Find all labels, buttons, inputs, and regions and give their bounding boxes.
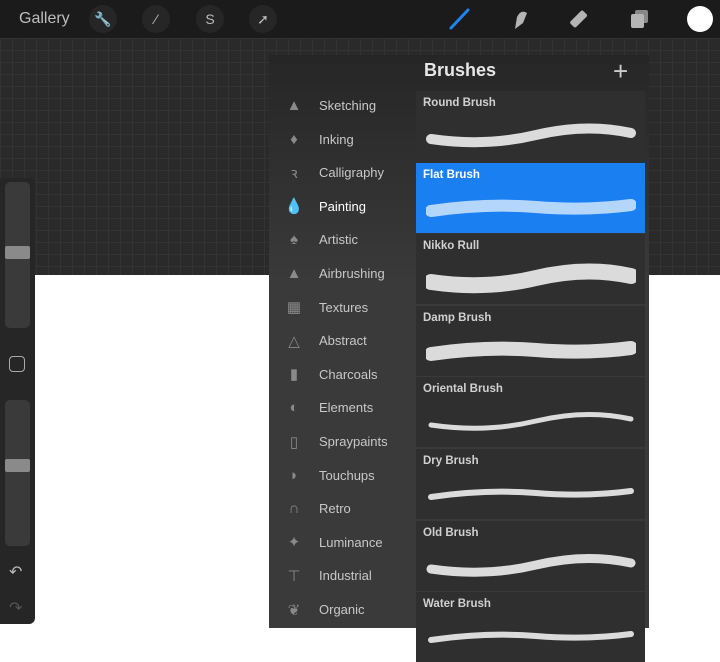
category-label: Elements (319, 400, 374, 416)
category-icon: ✦ (287, 534, 301, 552)
redo-icon[interactable]: ↷ (9, 598, 22, 618)
category-label: Artistic (319, 232, 358, 248)
category-label: Sketching (319, 98, 377, 113)
brush-stroke-preview (428, 631, 634, 644)
color-icon[interactable] (687, 6, 713, 32)
brush-name: Water Brush (423, 598, 491, 611)
category-icon: ▲ (286, 265, 302, 282)
category-icon: ◐ (289, 399, 299, 417)
brush-stroke-preview (426, 123, 636, 148)
category-icon: ▮ (289, 366, 299, 384)
category-label: Inking (319, 131, 354, 147)
category-artistic[interactable]: ♠ Artistic (269, 223, 415, 256)
brush-damp-brush[interactable]: Damp Brush (416, 305, 645, 376)
brush-stroke-preview (426, 340, 636, 361)
category-luminance[interactable]: ✦ Luminance (269, 526, 415, 559)
category-inking[interactable]: ♦ Inking (269, 123, 415, 156)
brush-oriental-brush[interactable]: Oriental Brush (416, 377, 645, 448)
brush-flat-brush[interactable]: Flat Brush (416, 162, 645, 233)
category-touchups[interactable]: ◗ Touchups (269, 459, 415, 492)
magic-wand-icon[interactable]: ⁄ (142, 5, 170, 33)
panel-title: Brushes (424, 60, 497, 80)
category-icon: ꝛ (290, 164, 298, 182)
brush-size-slider[interactable] (5, 182, 30, 328)
category-label: Painting (319, 198, 366, 214)
category-spraypaints[interactable]: ▯ Spraypaints (269, 425, 415, 458)
modify-button[interactable] (9, 356, 25, 372)
category-industrial[interactable]: ⊤ Industrial (269, 559, 415, 592)
brush-stroke-preview (426, 263, 636, 294)
category-abstract[interactable]: △ Abstract (269, 324, 415, 357)
category-calligraphy[interactable]: ꝛ Calligraphy (269, 156, 415, 189)
gallery-button[interactable]: Gallery (19, 10, 70, 28)
add-brush-button[interactable]: + (613, 56, 628, 87)
category-retro[interactable]: ∩ Retro (269, 492, 415, 525)
category-icon: ▦ (286, 299, 302, 317)
category-label: Organic (319, 602, 365, 617)
category-icon: ∩ (288, 500, 300, 518)
slider-knob[interactable] (5, 459, 30, 472)
category-label: Retro (319, 501, 351, 517)
undo-icon[interactable]: ↶ (9, 562, 22, 582)
brush-name: Oriental Brush (423, 383, 503, 396)
category-icon: △ (288, 332, 300, 350)
category-sketching[interactable]: ▲ Sketching (269, 89, 415, 122)
move-arrow-icon[interactable]: ➚ (249, 5, 277, 33)
category-label: Charcoals (319, 366, 378, 382)
category-icon: ▯ (289, 433, 299, 451)
brush-water-brush[interactable]: Water Brush (416, 592, 645, 662)
category-icon: 💧 (284, 198, 304, 216)
brush-name: Old Brush (423, 526, 479, 539)
category-textures[interactable]: ▦ Textures (269, 291, 415, 324)
category-label: Abstract (319, 333, 367, 349)
category-elements[interactable]: ◐ Elements (269, 391, 415, 424)
category-label: Calligraphy (319, 165, 385, 181)
top-toolbar: Gallery 🔧 ⁄ S ➚ (0, 0, 720, 38)
slider-knob[interactable] (5, 246, 30, 259)
category-organic[interactable]: ❦ Organic (269, 593, 415, 626)
layers-icon[interactable] (627, 6, 653, 32)
brush-name: Damp Brush (423, 311, 492, 324)
brush-old-brush[interactable]: Old Brush (416, 520, 645, 591)
smudge-icon[interactable] (506, 6, 532, 32)
category-label: Luminance (319, 534, 383, 550)
category-label: Industrial (319, 568, 372, 584)
brush-round-brush[interactable]: Round Brush (416, 91, 645, 161)
opacity-slider[interactable] (5, 400, 30, 546)
wrench-icon[interactable]: 🔧 (89, 5, 117, 33)
selection-icon[interactable]: S (196, 5, 224, 33)
category-label: Touchups (319, 467, 375, 483)
eraser-icon[interactable] (567, 6, 593, 32)
brush-name: Flat Brush (423, 168, 480, 181)
category-label: Textures (319, 299, 369, 315)
brush-nikko-rull[interactable]: Nikko Rull (416, 234, 645, 305)
brush-stroke-preview (428, 412, 634, 432)
category-painting[interactable]: 💧 Painting (269, 190, 415, 223)
brush-stroke-preview (428, 488, 634, 500)
category-icon: ♠ (290, 231, 298, 249)
category-airbrushing[interactable]: ▲ Airbrushing (269, 257, 415, 290)
left-sidebar: ↶ ↷ (0, 178, 35, 624)
brush-library-panel: Brushes + ▲ Sketching ♦ Inking ꝛ Calligraphy 💧… (269, 55, 649, 662)
brush-name: Nikko Rull (423, 240, 480, 253)
category-label: Airbrushing (319, 266, 385, 281)
category-icon: ♦ (290, 130, 298, 148)
brush-stroke-preview (426, 198, 636, 217)
category-icon: ▲ (286, 97, 302, 114)
brush-icon[interactable] (446, 6, 472, 32)
brush-dry-brush[interactable]: Dry Brush (416, 449, 645, 519)
category-charcoals[interactable]: ▮ Charcoals (269, 358, 415, 391)
category-icon: ◗ (289, 466, 299, 484)
brush-name: Round Brush (423, 97, 496, 109)
category-icon: ⊤ (287, 567, 301, 585)
brush-name: Dry Brush (423, 455, 479, 467)
brush-stroke-preview (426, 553, 636, 577)
category-label: Spraypaints (319, 434, 388, 449)
category-icon: ❦ (287, 601, 301, 619)
